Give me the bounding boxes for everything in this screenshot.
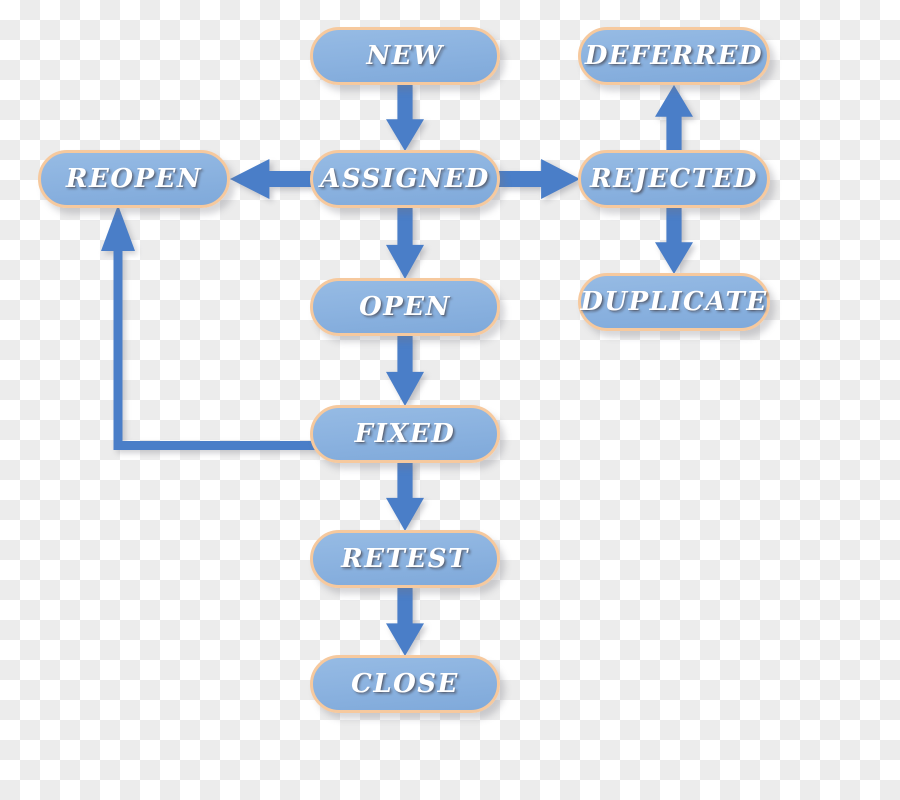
edge-fixed-reopen xyxy=(96,205,316,450)
node-new[interactable]: NEW xyxy=(310,27,500,85)
node-label-new: NEW xyxy=(366,41,444,71)
edge-new-assigned xyxy=(386,85,424,151)
node-label-deferred: DEFERRED xyxy=(584,41,764,71)
edge-assigned-reopen xyxy=(230,159,312,199)
node-reopen[interactable]: REOPEN xyxy=(38,150,230,208)
edge-open-fixed xyxy=(386,335,424,406)
edge-rejected-duplicate xyxy=(655,208,693,274)
node-fixed[interactable]: FIXED xyxy=(310,405,500,463)
node-label-duplicate: DUPLICATE xyxy=(580,287,768,317)
node-open[interactable]: OPEN xyxy=(310,278,500,336)
edge-retest-close xyxy=(386,588,424,656)
edge-fixed-retest xyxy=(386,462,424,531)
edge-assigned-open xyxy=(386,208,424,279)
node-label-rejected: REJECTED xyxy=(590,164,758,194)
edge-rejected-deferred xyxy=(655,85,693,151)
node-label-close: CLOSE xyxy=(351,669,459,699)
diagram-canvas: NEW DEFERRED REOPEN ASSIGNED REJECTED OPEN DUP… xyxy=(0,0,900,800)
node-rejected[interactable]: REJECTED xyxy=(578,150,770,208)
node-label-reopen: REOPEN xyxy=(65,164,203,194)
node-close[interactable]: CLOSE xyxy=(310,655,500,713)
node-assigned[interactable]: ASSIGNED xyxy=(310,150,500,208)
node-label-retest: RETEST xyxy=(341,544,469,574)
node-deferred[interactable]: DEFERRED xyxy=(578,27,770,85)
edge-assigned-rejected xyxy=(499,159,580,199)
node-label-open: OPEN xyxy=(359,292,451,322)
node-duplicate[interactable]: DUPLICATE xyxy=(578,273,770,331)
node-label-assigned: ASSIGNED xyxy=(320,164,490,194)
node-label-fixed: FIXED xyxy=(354,419,456,449)
node-retest[interactable]: RETEST xyxy=(310,530,500,588)
